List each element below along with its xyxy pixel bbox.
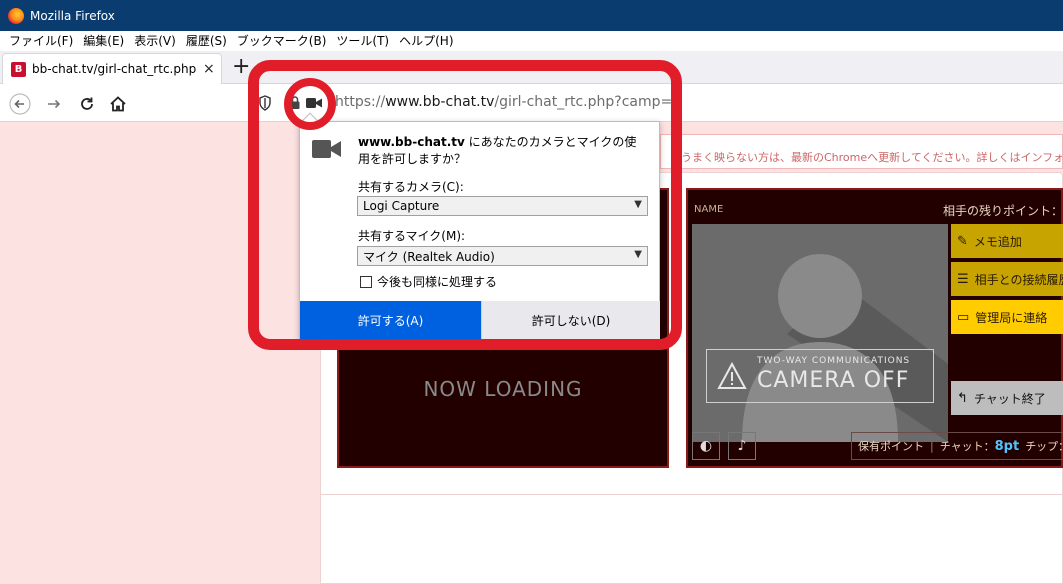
contact-admin-label: 管理局に連絡 [975, 310, 1048, 325]
new-tab-button[interactable]: + [232, 56, 250, 78]
video-camera-icon [312, 138, 342, 163]
menu-edit[interactable]: 編集(E) [78, 31, 129, 51]
tab-bb-chat[interactable]: B bb-chat.tv/girl-chat_rtc.php?camp=1 × [2, 53, 222, 84]
permission-message: www.bb-chat.tv にあなたのカメラとマイクの使用を許可しますか？ [358, 134, 648, 168]
brightness-icon: ◐ [699, 438, 713, 454]
avatar-silhouette-icon [742, 254, 948, 442]
permission-host: www.bb-chat.tv [358, 135, 465, 149]
end-chat-button[interactable]: ↰ チャット終了 [951, 381, 1063, 415]
remember-label: 今後も同様に処理する [377, 275, 498, 289]
chat-rate-label: チャット： [939, 440, 995, 453]
remember-checkbox[interactable] [360, 275, 372, 288]
tab-close-icon[interactable]: × [203, 61, 215, 77]
connection-history-label: 相手との接続履歴 [974, 272, 1063, 287]
now-loading-text: NOW LOADING [423, 377, 583, 401]
lock-icon[interactable] [289, 95, 301, 113]
notice-text: うまく映らない方は、最新のChromeへ更新してください。詳しくはインフォメ [681, 151, 1063, 164]
add-memo-label: メモ追加 [973, 234, 1022, 249]
mic-select-value: マイク (Realtek Audio) [363, 249, 495, 264]
chevron-down-icon: ▼ [634, 199, 642, 210]
mic-select-label: 共有するマイク(M): [358, 229, 466, 243]
forward-button[interactable] [42, 92, 66, 116]
permission-popup: www.bb-chat.tv にあなたのカメラとマイクの使用を許可しますか？ 共… [299, 112, 660, 339]
reload-icon [81, 97, 93, 110]
tab-strip: B bb-chat.tv/girl-chat_rtc.php?camp=1 × … [0, 51, 1063, 84]
allow-button[interactable]: 許可する(A) [300, 301, 481, 339]
warning-icon [717, 361, 747, 393]
back-button[interactable] [8, 92, 32, 116]
camera-off-title: CAMERA OFF [757, 368, 910, 393]
title-bar: Mozilla Firefox [0, 0, 1063, 31]
tip-label: チップ： [1025, 440, 1063, 453]
camera-off-badge: TWO-WAY COMMUNICATIONS CAMERA OFF [706, 349, 934, 403]
url-scheme: https:// [335, 94, 386, 110]
remaining-points-label: 相手の残りポイント： [943, 204, 1063, 218]
mic-select[interactable]: マイク (Realtek Audio) ▼ [357, 246, 648, 266]
camera-permission-icon[interactable] [306, 97, 322, 112]
sound-off-icon: ♪ [737, 438, 747, 454]
menu-view[interactable]: 表示(V) [129, 31, 181, 51]
add-memo-button[interactable]: ✎ メモ追加 [951, 224, 1063, 258]
memo-edit-icon: ✎ [957, 233, 968, 249]
url-bar[interactable]: https://www.bb-chat.tv/girl-chat_rtc.php… [248, 88, 1063, 118]
reload-button[interactable] [75, 92, 99, 116]
deny-button[interactable]: 許可しない(D) [481, 301, 660, 339]
menu-bar: ファイル(F) 編集(E) 表示(V) 履歴(S) ブックマーク(B) ツール(… [0, 31, 1063, 51]
window-title: Mozilla Firefox [30, 8, 115, 23]
remember-decision-row[interactable]: 今後も同様に処理する [360, 273, 497, 290]
url-host: www.bb-chat.tv [385, 94, 495, 110]
tab-title: bb-chat.tv/girl-chat_rtc.php?camp=1 [32, 62, 197, 76]
home-button[interactable] [106, 92, 130, 116]
list-icon: ☰ [957, 271, 969, 287]
url-text[interactable]: https://www.bb-chat.tv/girl-chat_rtc.php… [335, 94, 681, 110]
partner-video: TWO-WAY COMMUNICATIONS CAMERA OFF [692, 224, 948, 442]
firefox-logo-icon [8, 7, 24, 24]
chevron-down-icon: ▼ [634, 249, 642, 260]
nav-bar: https://www.bb-chat.tv/girl-chat_rtc.php… [0, 84, 1063, 122]
connection-history-button[interactable]: ☰ 相手との接続履歴 [951, 262, 1063, 296]
menu-bookmarks[interactable]: ブックマーク(B) [232, 31, 332, 51]
back-arrow-icon [9, 93, 31, 115]
remaining-points: 相手の残りポイント：0p [943, 202, 1063, 219]
url-path: /girl-chat_rtc.php?camp=1 [494, 94, 682, 110]
owned-points-label: 保有ポイント [858, 440, 924, 453]
camera-select-value: Logi Capture [363, 199, 440, 213]
end-chat-label: チャット終了 [973, 391, 1046, 406]
brightness-button[interactable]: ◐ [692, 432, 720, 460]
partner-video-panel: NAME 相手の残りポイント：0p TWO-WAY COMMUNICATIONS… [686, 188, 1063, 468]
separator: | [930, 439, 934, 453]
menu-file[interactable]: ファイル(F) [4, 31, 78, 51]
contact-admin-button[interactable]: ▭ 管理局に連絡 [951, 300, 1063, 334]
chat-rate-value: 8pt [994, 438, 1020, 454]
tracking-shield-icon[interactable] [258, 95, 272, 114]
menu-help[interactable]: ヘルプ(H) [394, 31, 458, 51]
camera-off-subtitle: TWO-WAY COMMUNICATIONS [757, 356, 911, 366]
lower-content-area [320, 494, 1063, 584]
partner-name-label: NAME [694, 204, 724, 215]
camera-select[interactable]: Logi Capture ▼ [357, 196, 648, 216]
camera-select-label: 共有するカメラ(C): [358, 180, 464, 194]
menu-history[interactable]: 履歴(S) [181, 31, 232, 51]
points-info-bar: 保有ポイント | チャット： 8pt チップ： 1p [851, 432, 1063, 460]
message-icon: ▭ [957, 309, 970, 325]
home-icon [110, 96, 126, 112]
site-favicon-icon: B [11, 61, 26, 77]
notice-strip: うまく映らない方は、最新のChromeへ更新してください。詳しくはインフォメ [660, 134, 1063, 169]
mute-button[interactable]: ♪ [728, 432, 756, 460]
menu-tools[interactable]: ツール(T) [331, 31, 394, 51]
forward-arrow-icon [48, 99, 61, 109]
exit-icon: ↰ [957, 390, 968, 406]
